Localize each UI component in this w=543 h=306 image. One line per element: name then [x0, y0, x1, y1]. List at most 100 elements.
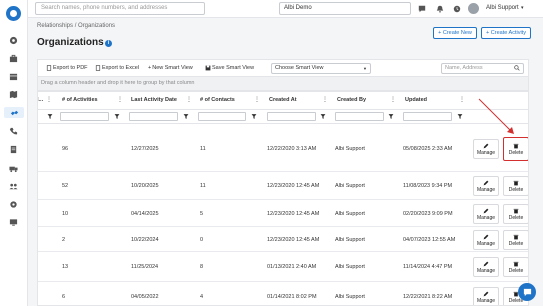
trash-icon — [513, 208, 519, 213]
filter-input-created-at[interactable] — [267, 112, 316, 121]
filter-input-created-by[interactable] — [335, 112, 384, 121]
manage-button[interactable]: Manage — [473, 230, 499, 250]
filter-icon[interactable] — [47, 113, 53, 120]
trash-icon — [513, 180, 519, 185]
pencil-icon — [483, 261, 489, 266]
delete-button[interactable]: Delete — [503, 230, 528, 250]
filter-icon[interactable] — [114, 113, 120, 120]
top-bar: Search names, phone numbers, and address… — [28, 0, 543, 18]
app-logo[interactable] — [6, 6, 21, 21]
filter-icon[interactable] — [183, 113, 189, 120]
manage-label: Manage — [476, 297, 496, 304]
filter-icon[interactable] — [320, 113, 326, 120]
annotation-arrow — [478, 98, 514, 134]
column-menu-icon[interactable]: ⋮ — [186, 96, 192, 103]
filter-icon[interactable] — [251, 113, 257, 120]
avatar[interactable] — [468, 3, 479, 14]
delete-button[interactable]: Delete — [503, 257, 528, 277]
chevron-down-icon[interactable]: ▾ — [521, 5, 524, 11]
filter-input-contacts[interactable] — [198, 112, 246, 121]
delete-label: Delete — [508, 214, 524, 221]
map-icon[interactable] — [8, 89, 19, 100]
calendar-icon[interactable] — [8, 71, 19, 82]
save-smart-view-button[interactable]: Save Smart View — [205, 63, 254, 73]
monitor-icon[interactable] — [8, 217, 19, 228]
manage-button[interactable]: Manage — [473, 257, 499, 277]
organizations-grid: I... ⋮ # of Activities ⋮ Last Activity D… — [37, 91, 529, 306]
delete-label: Delete — [508, 186, 524, 193]
delete-button[interactable]: Delete — [503, 204, 528, 224]
create-activity-button[interactable]: + Create Activity — [481, 27, 531, 39]
column-header-last-activity[interactable]: Last Activity Date — [131, 97, 177, 103]
column-header-created-by[interactable]: Created By — [337, 97, 366, 103]
column-menu-icon[interactable]: ⋮ — [254, 96, 260, 103]
grid-search-input[interactable]: Name, Address — [441, 63, 524, 74]
filter-input-updated[interactable] — [403, 112, 452, 121]
column-header-contacts[interactable]: # of Contacts — [200, 97, 235, 103]
table-row[interactable]: 6 04/05/2022 4 01/14/2021 8:02 PM Albi Suppo… — [38, 282, 528, 305]
export-pdf-label: Export to PDF — [53, 65, 88, 71]
dashboard-icon[interactable] — [8, 35, 19, 46]
gear-icon[interactable] — [8, 199, 19, 210]
filter-input-last-activity[interactable] — [129, 112, 178, 121]
cell-contacts: 8 — [200, 264, 204, 270]
cell-created-by: Albi Support — [335, 264, 365, 270]
column-menu-icon[interactable]: ⋮ — [459, 96, 465, 103]
manage-label: Manage — [476, 240, 496, 247]
manage-button[interactable]: Manage — [473, 139, 499, 159]
delete-button[interactable]: Delete — [503, 137, 528, 161]
cell-updated: 11/14/2024 4:47 PM — [403, 264, 453, 270]
user-name[interactable]: Albi Support — [486, 5, 519, 11]
page-title: Organizations — [37, 37, 104, 48]
global-search-input[interactable]: Search names, phone numbers, and address… — [35, 2, 205, 15]
filter-icon[interactable] — [388, 113, 394, 120]
new-smart-view-button[interactable]: + New Smart View — [148, 63, 193, 73]
cell-contacts: 4 — [200, 294, 204, 300]
cell-contacts: 0 — [200, 237, 204, 243]
chat-icon[interactable] — [417, 4, 426, 13]
cell-last-activity: 10/20/2025 — [131, 183, 159, 189]
table-row[interactable]: 2 10/22/2024 0 12/23/2020 12:45 AM Albi Supp… — [38, 227, 528, 252]
bell-icon[interactable] — [435, 4, 444, 13]
cell-created-at: 01/14/2021 8:02 PM — [267, 294, 317, 300]
smart-view-select[interactable]: Choose Smart View ▼ — [271, 63, 371, 74]
briefcase-icon[interactable] — [8, 53, 19, 64]
manage-button[interactable]: Manage — [473, 204, 499, 224]
column-menu-icon[interactable]: ⋮ — [322, 96, 328, 103]
export-pdf-button[interactable]: Export to PDF — [46, 63, 88, 73]
column-header-i[interactable]: I... — [38, 97, 43, 103]
breadcrumb: Relationships / Organizations — [37, 23, 116, 29]
table-row[interactable]: 10 04/14/2025 5 12/23/2020 12:45 AM Albi Sup… — [38, 200, 528, 227]
column-menu-icon[interactable]: ⋮ — [46, 96, 52, 103]
support-chat-button[interactable] — [518, 283, 536, 301]
filter-input-activities[interactable] — [60, 112, 109, 121]
table-row[interactable]: 96 12/27/2025 11 12/22/2020 3:13 AM Albi Sup… — [38, 125, 528, 172]
table-row[interactable]: 52 10/20/2025 11 12/23/2020 12:45 AM Albi Su… — [38, 172, 528, 200]
column-menu-icon[interactable]: ⋮ — [117, 96, 123, 103]
chat-bubble-icon — [523, 288, 531, 296]
document-icon[interactable] — [8, 144, 19, 155]
column-header-created-at[interactable]: Created At — [269, 97, 297, 103]
info-icon[interactable]: i — [105, 40, 112, 47]
relationships-icon[interactable] — [4, 107, 24, 118]
clock-icon[interactable] — [452, 4, 461, 13]
column-header-activities[interactable]: # of Activities — [62, 97, 98, 103]
team-icon[interactable] — [8, 181, 19, 192]
trash-icon — [513, 261, 519, 266]
column-header-updated[interactable]: Updated — [405, 97, 427, 103]
create-new-button[interactable]: + Create New — [433, 27, 477, 39]
truck-icon[interactable] — [8, 163, 19, 174]
cell-updated: 02/20/2023 9:09 PM — [403, 211, 453, 217]
table-row[interactable]: 13 11/25/2024 8 01/13/2021 2:40 AM Albi Supp… — [38, 252, 528, 282]
cell-activities: 6 — [62, 294, 66, 300]
delete-button[interactable]: Delete — [503, 176, 528, 196]
delete-label: Delete — [508, 240, 524, 247]
phone-icon[interactable] — [8, 126, 19, 137]
column-menu-icon[interactable]: ⋮ — [390, 96, 396, 103]
export-excel-button[interactable]: Export to Excel — [95, 63, 139, 73]
group-panel[interactable]: Drag a column header and drop it here to… — [37, 76, 529, 91]
manage-button[interactable]: Manage — [473, 176, 499, 196]
company-selector[interactable]: Albi Demo — [279, 2, 411, 15]
filter-icon[interactable] — [457, 113, 463, 120]
manage-button[interactable]: Manage — [473, 287, 499, 305]
